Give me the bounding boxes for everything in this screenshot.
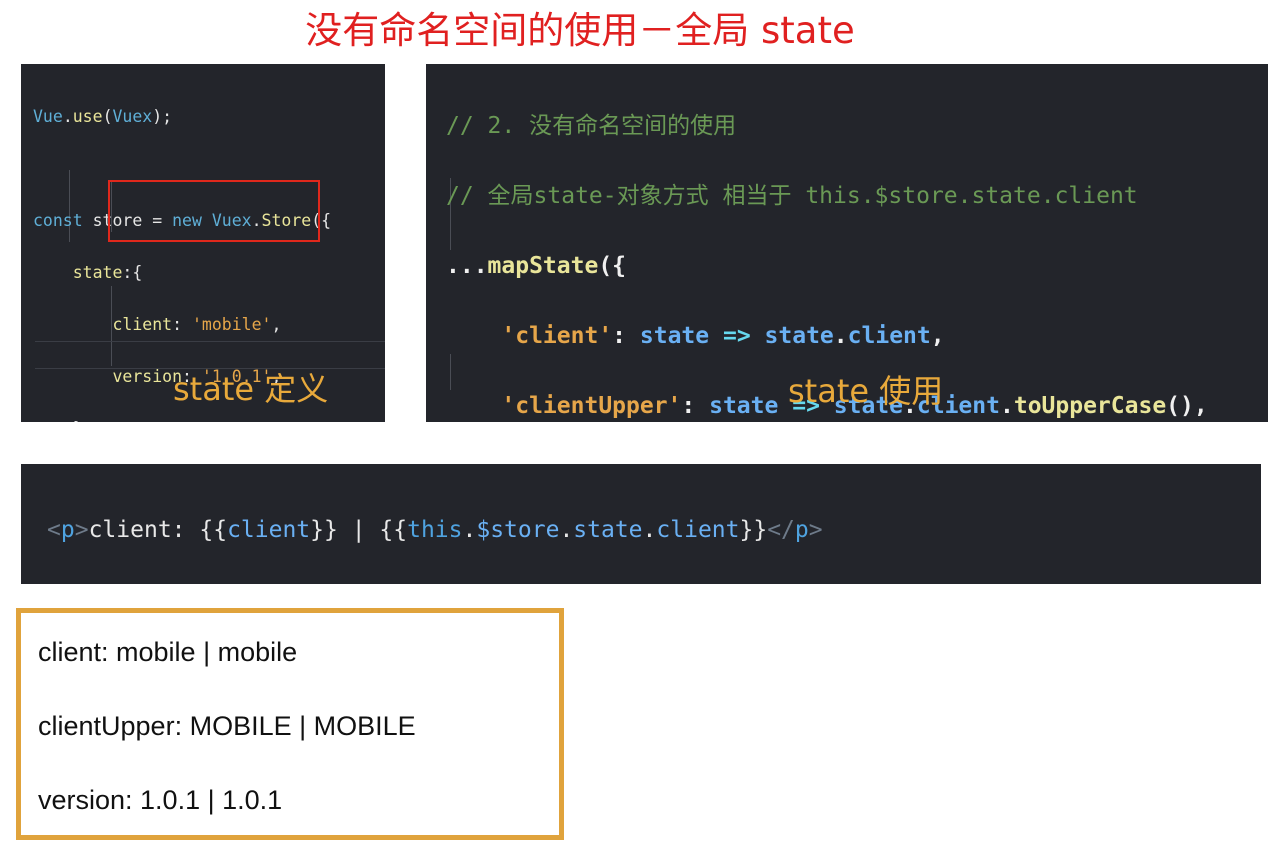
code-comment: // 全局state-对象方式 相当于 this.$store.state.cl… [446,183,1138,209]
page-title: 没有命名空间的使用－全局 state [305,9,855,52]
output-row-client-upper: clientUpper: MOBILE | MOBILE [38,711,416,741]
code-line: <p>clientUpper: {{clientUpper}} | {{this… [47,584,1155,585]
code-line: }, [33,416,331,422]
code-line: ...mapState({ [446,253,627,279]
code-comment: // 2. 没有命名空间的使用 [446,113,737,139]
code-line: 'client': state => state.client, [501,323,945,349]
rendered-output-box: client: mobile | mobile clientUpper: MOB… [16,608,564,840]
state-definition-caption: state 定义 [173,370,329,408]
state-definition-code-panel: Vue.use(Vuex); const store = new Vuex.St… [21,64,385,422]
output-row-client: client: mobile | mobile [38,637,298,667]
template-code-panel: <p>client: {{client}} | {{this.$store.st… [21,464,1261,584]
code-line: client: 'mobile', [112,315,282,334]
state-highlight-box [108,180,320,242]
state-usage-caption: state 使用 [788,372,944,410]
code-line: state:{ [72,263,143,282]
code-line: <p>client: {{client}} | {{this.$store.st… [47,516,823,543]
state-usage-code-panel: // 2. 没有命名空间的使用 // 全局state-对象方式 相当于 this… [426,64,1268,422]
code-line: Vue.use(Vuex); [33,107,173,126]
code-block: <p>client: {{client}} | {{this.$store.st… [47,477,1155,584]
output-row-version: version: 1.0.1 | 1.0.1 [38,785,283,815]
